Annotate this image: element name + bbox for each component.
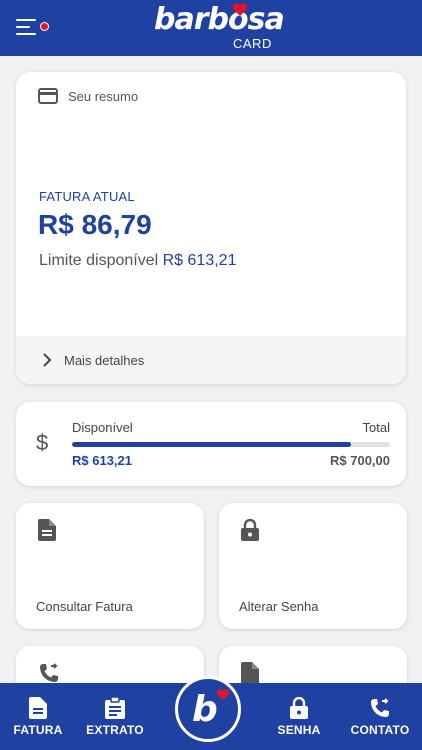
current-bill-label: FATURA ATUAL: [39, 189, 135, 204]
change-password-label: Alterar Senha: [239, 599, 319, 614]
chevron-right-icon: [43, 353, 52, 367]
available-limit-label: Limite disponível: [39, 252, 159, 269]
notification-dot-icon: [40, 22, 49, 31]
summary-title: Seu resumo: [68, 88, 139, 104]
document-icon: [29, 696, 47, 719]
clipboard-icon: [105, 696, 125, 719]
change-password-tile[interactable]: Alterar Senha: [219, 503, 407, 629]
menu-line-icon: [16, 19, 36, 21]
menu-line-icon: [16, 33, 36, 35]
document-icon: [241, 662, 259, 684]
nav-senha[interactable]: SENHA: [268, 683, 330, 750]
nav-fatura-label: FATURA: [13, 722, 63, 737]
nav-senha-label: SENHA: [277, 722, 321, 737]
available-value: R$ 613,21: [72, 453, 132, 468]
logo-subtitle: CARD: [233, 36, 272, 51]
limit-usage-card: $ Disponível Total R$ 613,21 R$ 700,00: [16, 402, 406, 486]
app-header: barbosa CARD: [0, 0, 422, 56]
more-details-button[interactable]: Mais detalhes: [16, 336, 406, 384]
current-bill-value: R$ 86,79: [38, 209, 152, 240]
nav-contato[interactable]: CONTATO: [344, 683, 416, 750]
brand-logo: barbosa CARD: [150, 2, 285, 54]
lock-icon: [241, 519, 259, 541]
menu-line-icon: [16, 26, 30, 28]
nav-contato-label: CONTATO: [350, 722, 410, 737]
available-label: Disponível: [72, 420, 133, 435]
consult-bill-tile[interactable]: Consultar Fatura: [16, 503, 204, 629]
nav-extrato-label: EXTRATO: [86, 722, 144, 737]
nav-fatura[interactable]: FATURA: [8, 683, 68, 750]
brand-b-icon: b: [192, 689, 218, 730]
credit-card-icon: [38, 88, 58, 104]
more-details-label: Mais detalhes: [64, 352, 145, 368]
summary-card: Seu resumo FATURA ATUAL R$ 86,79 Limite …: [16, 72, 406, 384]
total-value: R$ 700,00: [330, 453, 390, 468]
available-limit-row: Limite disponível R$ 613,21: [39, 252, 236, 270]
nav-extrato[interactable]: EXTRATO: [80, 683, 150, 750]
home-logo-button[interactable]: b: [175, 676, 241, 742]
heart-icon: [216, 689, 230, 701]
available-limit-value: R$ 613,21: [162, 252, 237, 269]
limit-progress-fill: [72, 442, 351, 447]
dollar-icon: $: [36, 430, 49, 455]
menu-button[interactable]: [16, 19, 52, 39]
lock-icon: [290, 696, 308, 719]
phone-forward-icon: [371, 697, 389, 717]
limit-progress-bar: [72, 442, 390, 447]
phone-forward-icon: [40, 663, 58, 682]
document-icon: [38, 519, 56, 541]
summary-title-row: Seu resumo: [38, 88, 138, 104]
logo-wordmark: barbosa: [154, 2, 285, 37]
consult-bill-label: Consultar Fatura: [36, 599, 133, 614]
total-label: Total: [362, 420, 390, 435]
heart-icon: [232, 3, 248, 16]
